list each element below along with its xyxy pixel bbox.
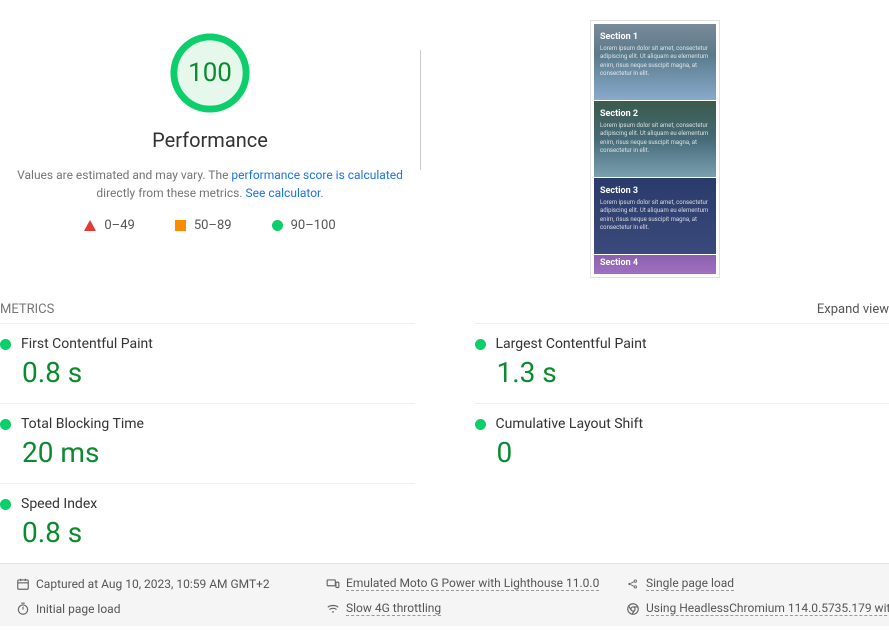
samples-icon — [626, 577, 640, 591]
circle-green-icon — [272, 220, 283, 231]
footer-browser[interactable]: Using HeadlessChromium 114.0.5735.179 wi… — [626, 601, 889, 616]
thumb-s1-text: Lorem ipsum dolor sit amet, consectetur … — [600, 45, 710, 79]
legend-pass: 90–100 — [272, 218, 336, 233]
score-calc-link[interactable]: performance score is calculated — [231, 168, 402, 182]
metric-fcp[interactable]: First Contentful Paint 0.8 s — [0, 323, 415, 403]
thumbnail-column: Section 1 Lorem ipsum dolor sit amet, co… — [421, 20, 889, 278]
pass-dot-icon — [475, 339, 486, 350]
performance-gauge: 100 — [167, 30, 253, 116]
see-calculator-link[interactable]: See calculator — [246, 186, 321, 200]
metric-tbt-label: Total Blocking Time — [21, 416, 144, 432]
run-footer: Captured at Aug 10, 2023, 10:59 AM GMT+2… — [0, 563, 889, 626]
footer-browser-text: Using HeadlessChromium 114.0.5735.179 wi… — [646, 601, 889, 616]
square-orange-icon — [175, 220, 186, 231]
pass-dot-icon — [0, 339, 11, 350]
score-legend: 0–49 50–89 90–100 — [0, 218, 420, 233]
category-title: Performance — [0, 128, 420, 152]
disclaimer-mid: directly from these metrics. — [96, 186, 245, 200]
legend-fail: 0–49 — [84, 218, 134, 233]
thumb-section-3: Section 3 Lorem ipsum dolor sit amet, co… — [594, 178, 716, 254]
triangle-red-icon — [84, 220, 96, 231]
metric-fcp-label: First Contentful Paint — [21, 336, 153, 352]
metrics-heading: METRICS — [0, 302, 54, 317]
metric-fcp-value: 0.8 s — [22, 356, 415, 389]
thumb-section-4: Section 4 — [594, 255, 716, 274]
metric-cls-label: Cumulative Layout Shift — [496, 416, 644, 432]
footer-throttling-text: Slow 4G throttling — [346, 601, 441, 616]
footer-captured-text: Captured at Aug 10, 2023, 10:59 AM GMT+2 — [36, 577, 270, 591]
legend-pass-label: 90–100 — [291, 218, 336, 233]
footer-emulated[interactable]: Emulated Moto G Power with Lighthouse 11… — [326, 576, 616, 591]
thumb-s3-text: Lorem ipsum dolor sit amet, consectetur … — [600, 199, 710, 233]
metric-si-value: 0.8 s — [22, 516, 415, 549]
score-column: 100 Performance Values are estimated and… — [0, 20, 420, 233]
footer-single-page-load[interactable]: Single page load — [626, 576, 889, 591]
chrome-icon — [626, 602, 640, 616]
thumb-s4-title: Section 4 — [600, 258, 710, 268]
footer-emulated-text: Emulated Moto G Power with Lighthouse 11… — [346, 576, 599, 591]
score-disclaimer: Values are estimated and may vary. The p… — [0, 166, 420, 202]
footer-captured: Captured at Aug 10, 2023, 10:59 AM GMT+2 — [16, 576, 316, 591]
metric-lcp[interactable]: Largest Contentful Paint 1.3 s — [475, 323, 889, 403]
footer-initial-text: Initial page load — [36, 602, 120, 616]
summary-area: 100 Performance Values are estimated and… — [0, 0, 889, 298]
metrics-grid: First Contentful Paint 0.8 s Largest Con… — [0, 323, 889, 563]
thumb-section-2: Section 2 Lorem ipsum dolor sit amet, co… — [594, 101, 716, 177]
metric-tbt[interactable]: Total Blocking Time 20 ms — [0, 403, 415, 483]
thumb-s2-title: Section 2 — [600, 109, 710, 119]
metric-lcp-value: 1.3 s — [497, 356, 889, 389]
pass-dot-icon — [0, 499, 11, 510]
metric-cls-value: 0 — [497, 436, 889, 469]
devices-icon — [326, 577, 340, 591]
legend-average: 50–89 — [175, 218, 232, 233]
network-icon — [326, 602, 340, 616]
footer-initial-load: Initial page load — [16, 601, 316, 616]
legend-avg-label: 50–89 — [194, 218, 232, 233]
timer-icon — [16, 602, 30, 616]
thumb-s1-title: Section 1 — [600, 32, 710, 42]
legend-fail-label: 0–49 — [104, 218, 134, 233]
metrics-header: METRICS Expand view — [0, 298, 889, 323]
page-thumbnail[interactable]: Section 1 Lorem ipsum dolor sit amet, co… — [590, 20, 720, 278]
pass-dot-icon — [0, 419, 11, 430]
metric-si[interactable]: Speed Index 0.8 s — [0, 483, 415, 563]
footer-throttling[interactable]: Slow 4G throttling — [326, 601, 616, 616]
thumb-s3-title: Section 3 — [600, 186, 710, 196]
metric-tbt-value: 20 ms — [22, 436, 415, 469]
metric-lcp-label: Largest Contentful Paint — [496, 336, 647, 352]
pass-dot-icon — [475, 419, 486, 430]
thumb-s2-text: Lorem ipsum dolor sit amet, consectetur … — [600, 122, 710, 156]
metric-si-label: Speed Index — [21, 496, 97, 512]
expand-view-toggle[interactable]: Expand view — [817, 302, 889, 317]
calendar-icon — [16, 577, 30, 591]
disclaimer-text: Values are estimated and may vary. The — [17, 168, 231, 182]
metric-cls[interactable]: Cumulative Layout Shift 0 — [475, 403, 889, 483]
gauge-score: 100 — [167, 30, 253, 116]
thumb-section-1: Section 1 Lorem ipsum dolor sit amet, co… — [594, 24, 716, 100]
footer-spl-text: Single page load — [646, 576, 734, 591]
